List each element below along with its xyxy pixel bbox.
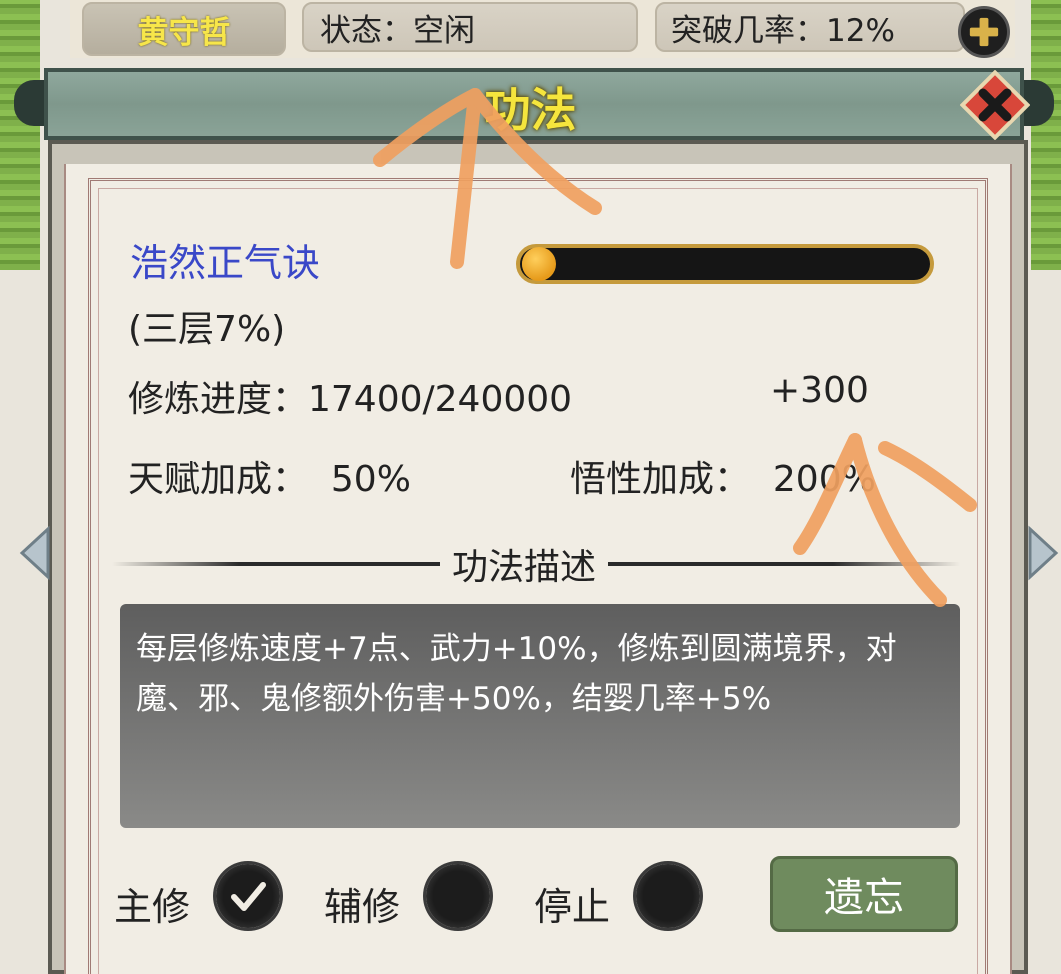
plus-icon [969,17,999,47]
option-main-label: 主修 [114,885,191,929]
skill-layer: (三层7%) [128,309,286,350]
option-aux-radio[interactable] [426,864,490,928]
option-stop-label: 停止 [534,885,611,929]
page-title: 功法 [484,83,577,137]
description-heading: 功法描述 [440,538,609,590]
option-aux-label: 辅修 [324,885,401,929]
progress-knob [522,247,556,281]
description-text: 每层修炼速度+7点、武力+10%，修炼到圆满境界，对魔、邪、鬼修额外伤害+50%… [136,631,897,717]
skill-progress-bar [516,244,934,284]
chevron-right-icon[interactable] [1026,525,1061,581]
cultivation-progress: 修炼进度：17400/240000 [128,379,573,420]
status-text: 状态：空闲 [302,2,638,52]
skill-name: 浩然正气诀 [130,241,321,285]
talent-bonus: 天赋加成： 50% [128,459,411,500]
check-icon [231,882,266,911]
chevron-left-icon[interactable] [16,525,52,581]
close-icon [959,69,1031,141]
close-button[interactable] [959,69,1031,141]
option-stop-radio[interactable] [636,864,700,928]
forget-button[interactable]: 遗忘 [770,856,958,932]
plus-button[interactable] [958,6,1010,58]
cultivation-bonus: +300 [770,370,869,411]
option-main-radio[interactable] [216,864,280,928]
breakthrough-rate: 突破几率：12% [655,2,965,52]
character-name[interactable]: 黄守哲 [82,2,286,56]
insight-bonus: 悟性加成： 200% [570,459,876,500]
